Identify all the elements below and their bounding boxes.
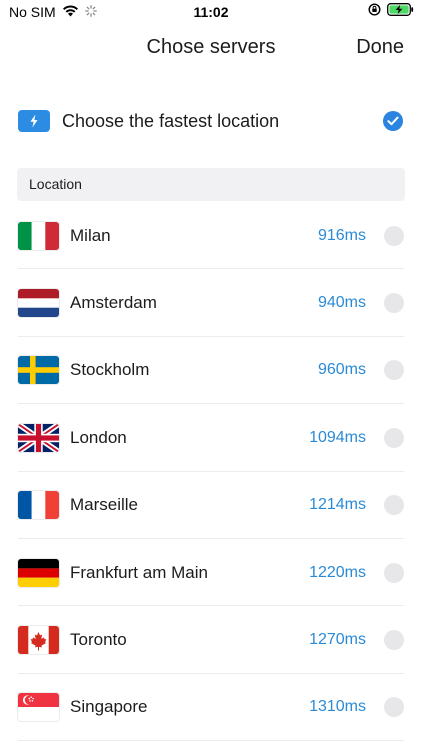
- sweden-flag-icon: [18, 356, 59, 385]
- orientation-lock-icon: [368, 3, 381, 19]
- radio-unselected-icon[interactable]: [384, 360, 404, 381]
- server-city: Amsterdam: [70, 293, 157, 313]
- server-city: Frankfurt am Main: [70, 562, 208, 582]
- lightning-bolt-icon: [18, 110, 50, 132]
- radio-unselected-icon[interactable]: [384, 630, 404, 651]
- server-ping: 1220ms: [309, 563, 366, 581]
- radio-unselected-icon[interactable]: [384, 427, 404, 448]
- server-city: London: [70, 427, 127, 447]
- server-city: Stockholm: [70, 360, 150, 380]
- server-row-london[interactable]: London 1094ms: [0, 404, 422, 472]
- battery-charging-icon: [387, 3, 414, 19]
- italy-flag-icon: [18, 221, 59, 250]
- server-row-amsterdam[interactable]: Amsterdam 940ms: [0, 269, 422, 337]
- uk-flag-icon: [18, 423, 59, 452]
- server-ping: 940ms: [317, 294, 366, 312]
- netherlands-flag-icon: [18, 289, 59, 318]
- radio-unselected-icon[interactable]: [384, 293, 404, 314]
- checkmark-selected-icon[interactable]: [383, 111, 403, 131]
- server-city: Milan: [70, 225, 111, 245]
- row-divider: [18, 740, 404, 742]
- status-bar: No SIM 11:02: [0, 0, 422, 24]
- server-city: Toronto: [70, 630, 127, 650]
- radio-unselected-icon[interactable]: [384, 562, 404, 583]
- server-row-frankfurt[interactable]: Frankfurt am Main 1220ms: [0, 539, 422, 607]
- server-ping: 1214ms: [309, 496, 366, 514]
- server-row-toronto[interactable]: Toronto 1270ms: [0, 606, 422, 674]
- done-button[interactable]: Done: [356, 36, 404, 59]
- server-list: Milan 916ms Amsterdam 940ms Stockholm 96…: [0, 202, 422, 742]
- radio-unselected-icon[interactable]: [384, 697, 404, 718]
- server-city: Marseille: [70, 495, 139, 515]
- status-right: [368, 3, 414, 19]
- server-row-singapore[interactable]: Singapore 1310ms: [0, 674, 422, 742]
- navigation-bar: Chose servers Done: [0, 30, 422, 66]
- server-ping: 916ms: [317, 226, 366, 244]
- fastest-location-label: Choose the fastest location: [62, 110, 280, 131]
- server-ping: 1094ms: [309, 428, 366, 446]
- section-header-location: Location: [17, 168, 405, 201]
- server-row-stockholm[interactable]: Stockholm 960ms: [0, 337, 422, 405]
- server-city: Singapore: [70, 697, 148, 717]
- server-ping: 960ms: [317, 361, 366, 379]
- server-row-marseille[interactable]: Marseille 1214ms: [0, 472, 422, 539]
- canada-flag-icon: [18, 626, 59, 655]
- germany-flag-icon: [18, 558, 59, 587]
- server-ping: 1310ms: [309, 698, 366, 716]
- status-time: 11:02: [193, 4, 229, 20]
- server-selection-screen: No SIM 11:02 Chose servers Done Choose t…: [0, 0, 422, 750]
- france-flag-icon: [18, 491, 59, 520]
- radio-unselected-icon[interactable]: [384, 495, 404, 516]
- server-row-milan[interactable]: Milan 916ms: [0, 202, 422, 270]
- fastest-location-option[interactable]: Choose the fastest location: [18, 105, 406, 137]
- radio-unselected-icon[interactable]: [384, 225, 404, 246]
- singapore-flag-icon: [18, 693, 59, 722]
- server-ping: 1270ms: [309, 631, 366, 649]
